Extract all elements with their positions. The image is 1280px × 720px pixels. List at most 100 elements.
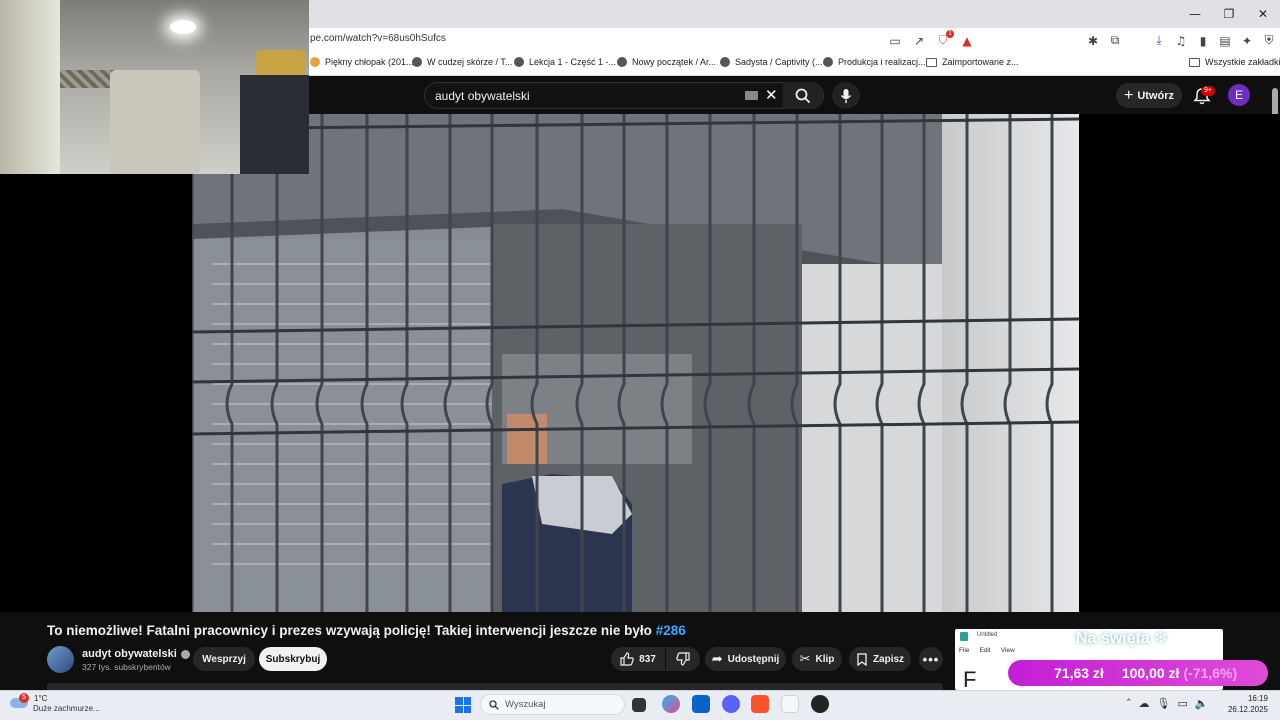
mic-tray-icon[interactable]: 🎙 (1157, 697, 1171, 710)
ad-window-title: Untitled (977, 632, 998, 638)
more-icon: ••• (922, 651, 940, 667)
address-bar[interactable]: pe.com/watch?v=68us0hSufcs (310, 33, 446, 44)
download-icon[interactable]: ⤓ (1150, 32, 1168, 49)
keyboard-icon[interactable] (745, 91, 758, 100)
globe-icon (720, 57, 730, 67)
clip-button[interactable]: ✂ Klip (792, 647, 842, 671)
extensions-icon[interactable]: ✱ (1084, 32, 1102, 49)
create-button[interactable]: + Utwórz (1116, 83, 1182, 108)
task-view-icon[interactable] (632, 698, 646, 712)
weather-badge: 5 (19, 693, 29, 703)
video-player[interactable] (192, 114, 1079, 612)
display-icon[interactable]: ▭ (1177, 697, 1187, 710)
clock-time: 16:19 (1247, 694, 1268, 703)
sidebar-icon[interactable]: ▮ (1194, 32, 1212, 49)
onedrive-icon[interactable]: ☁ (1139, 697, 1150, 710)
save-button[interactable]: Zapisz (849, 647, 911, 671)
search-button[interactable] (783, 82, 823, 109)
bookmark-item[interactable]: W cudzej skórze / T... (412, 57, 512, 67)
like-button[interactable]: 837 (611, 647, 665, 671)
bookmark-item[interactable]: Nowy początek / Ar... (617, 57, 716, 67)
music-icon[interactable]: ♫ (1172, 32, 1190, 49)
search-input[interactable]: audyt obywatelski (435, 89, 530, 103)
volume-icon[interactable]: 🔈 (1195, 697, 1209, 710)
minimize-button[interactable]: — (1178, 0, 1212, 28)
ad-letter: F (963, 667, 977, 690)
dislike-button[interactable] (666, 647, 700, 671)
clip-label: Klip (815, 653, 835, 665)
ad-menu-file: File (959, 647, 970, 654)
copilot-icon[interactable] (662, 695, 680, 713)
ad-discount: (-71,6%) (1183, 665, 1238, 681)
taskbar-clock[interactable]: 16:19 26.12.2025 (1222, 693, 1268, 715)
bookmark-icon (857, 652, 867, 666)
tabs-icon[interactable]: ⧉ (1106, 32, 1124, 49)
more-actions-button[interactable]: ••• (919, 647, 943, 671)
support-button[interactable]: Wesprzyj (193, 647, 255, 671)
maximize-button[interactable]: ❐ (1212, 0, 1246, 28)
ai-icon[interactable]: ✦ (1238, 32, 1256, 49)
scissors-icon: ✂ (799, 651, 811, 667)
plus-icon: + (1123, 86, 1134, 104)
video-frame (192, 114, 1079, 612)
bookmark-item[interactable]: Piękny chłopak (201... (310, 57, 414, 67)
brave-icon[interactable] (751, 695, 769, 713)
window-controls: — ❐ ✕ (1178, 0, 1280, 28)
comments-section-edge (47, 683, 943, 690)
bookmark-item[interactable]: Lekcja 1 - Część 1 -... (514, 57, 616, 67)
clear-icon[interactable]: ✕ (765, 86, 778, 104)
clock-date: 26.12.2025 (1227, 705, 1268, 714)
weather-desc: Duże zachmurze... (33, 704, 100, 713)
vpn-icon[interactable]: ⛨ (1260, 32, 1278, 49)
shield-icon[interactable]: ⛉ 1 (934, 30, 954, 49)
search-box[interactable]: audyt obywatelski ✕ (424, 82, 824, 109)
channel-name[interactable]: audyt obywatelski (82, 648, 190, 660)
close-button[interactable]: ✕ (1246, 0, 1280, 28)
mic-icon (840, 88, 852, 103)
store-icon[interactable] (692, 695, 710, 713)
share-label: Udostępnij (727, 653, 780, 665)
taskbar-search-placeholder: Wyszukaj (505, 699, 546, 710)
cast-icon[interactable]: ▭ (886, 32, 904, 49)
ad-price-old: 100,00 zł (1121, 665, 1180, 681)
subscribe-button[interactable]: Subskrybuj (259, 647, 327, 671)
windows-logo-tile (463, 697, 471, 705)
system-tray: ˄ ☁ 🎙 ▭ 🔈 (1126, 697, 1209, 710)
all-bookmarks[interactable]: Wszystkie zakładki (1189, 57, 1280, 67)
rewards-icon[interactable]: ▲ (958, 32, 976, 49)
notifications-badge: 9+ (1201, 86, 1215, 96)
subscribe-label: Subskrybuj (265, 653, 321, 665)
video-title: To niemożliwe! Fatalni pracownicy i prez… (47, 623, 686, 638)
ad-holiday-text: Na święta ❄ (1076, 630, 1168, 647)
all-bookmarks-label: Wszystkie zakładki (1205, 57, 1280, 67)
share-icon[interactable]: ↗ (910, 32, 928, 49)
folder-icon (1189, 57, 1200, 67)
video-title-text: To niemożliwe! Fatalni pracownicy i prez… (47, 623, 652, 638)
share-button[interactable]: ➦ Udostępnij (705, 647, 786, 671)
app-icon (960, 632, 968, 641)
windows-logo-tile (455, 705, 463, 713)
channel-name-text: audyt obywatelski (82, 648, 177, 660)
taskbar-search[interactable]: Wyszukaj (480, 694, 625, 715)
video-hashtag[interactable]: #286 (656, 623, 686, 638)
start-button[interactable] (455, 697, 471, 713)
wallet-icon[interactable]: ▤ (1216, 32, 1234, 49)
channel-avatar[interactable] (47, 646, 74, 673)
chevron-up-icon[interactable]: ˄ (1126, 697, 1132, 710)
notepad-icon[interactable] (781, 695, 799, 713)
ad-price-banner[interactable]: 71,63 zł 100,00 zł (-71,6%) (1008, 660, 1268, 686)
bookmark-label: Zaimportowane z... (942, 57, 1019, 67)
windows-logo-tile (463, 705, 471, 713)
bookmark-folder[interactable]: Zaimportowane z... (926, 57, 1019, 67)
bookmark-label: Produkcja i realizacj... (838, 57, 926, 67)
bookmark-item[interactable]: Sadysta / Captivity (... (720, 57, 823, 67)
bookmark-item[interactable]: Produkcja i realizacj... (823, 57, 926, 67)
account-avatar[interactable]: E (1228, 84, 1250, 106)
discord-icon[interactable] (722, 695, 740, 713)
voice-search-button[interactable] (832, 82, 860, 109)
media-app-icon[interactable] (811, 695, 829, 713)
webcam-yellow-object (256, 50, 306, 78)
ad-menubar: File Edit View (959, 647, 1015, 654)
create-label: Utwórz (1137, 89, 1174, 102)
folder-icon (926, 57, 937, 67)
